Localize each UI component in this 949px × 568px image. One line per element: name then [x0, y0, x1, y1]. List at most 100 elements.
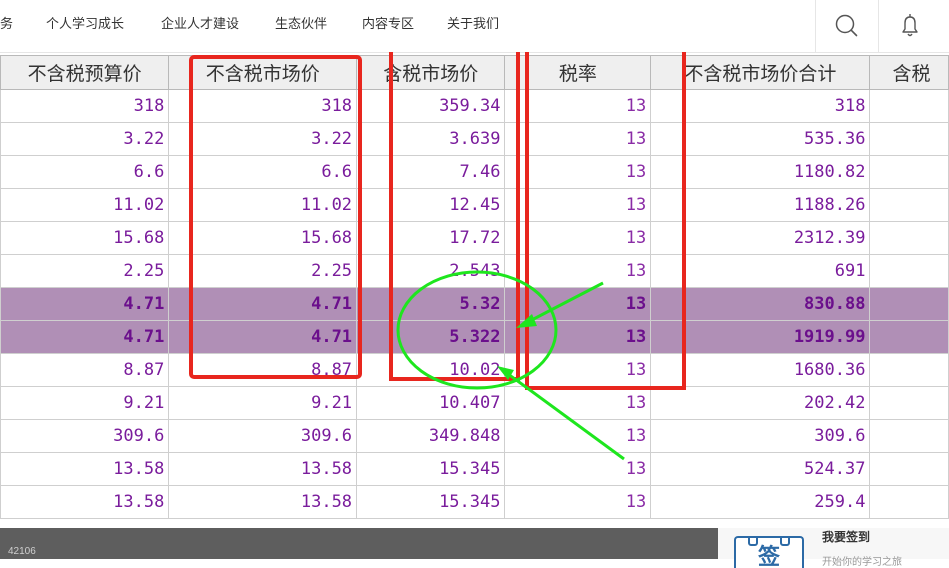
table-cell[interactable]: 318 — [168, 89, 358, 123]
table-row[interactable]: 13.58 13.58 15.345 13 259.4 — [0, 485, 949, 519]
table-cell[interactable]: 15.68 — [168, 221, 358, 255]
table-cell[interactable]: 11.02 — [168, 188, 358, 222]
table-cell[interactable]: 11.02 — [0, 188, 170, 222]
table-cell[interactable]: 309.6 — [168, 419, 358, 453]
table-cell[interactable]: 13 — [504, 485, 652, 519]
column-header[interactable]: 含税 — [869, 55, 949, 90]
table-cell[interactable]: 4.71 — [168, 320, 358, 354]
table-row[interactable]: 4.71 4.71 5.322 13 1919.99 — [0, 320, 949, 354]
table-cell[interactable] — [869, 254, 949, 288]
table-cell[interactable]: 2.25 — [168, 254, 358, 288]
table-cell[interactable]: 830.88 — [650, 287, 871, 321]
column-header[interactable]: 不含税市场价合计 — [650, 55, 871, 90]
table-cell[interactable]: 5.322 — [356, 320, 506, 354]
nav-item-services[interactable]: 服务 — [0, 0, 13, 52]
table-row[interactable]: 4.71 4.71 5.32 13 830.88 — [0, 287, 949, 321]
column-header[interactable]: 税率 — [504, 55, 652, 90]
table-row[interactable]: 318 318 359.34 13 318 — [0, 89, 949, 123]
table-cell[interactable]: 2.543 — [356, 254, 506, 288]
table-cell[interactable]: 13 — [504, 122, 652, 156]
table-row[interactable]: 6.6 6.6 7.46 13 1180.82 — [0, 155, 949, 189]
table-cell[interactable] — [869, 419, 949, 453]
table-cell[interactable]: 10.407 — [356, 386, 506, 420]
table-cell[interactable]: 13 — [504, 254, 652, 288]
table-row[interactable]: 15.68 15.68 17.72 13 2312.39 — [0, 221, 949, 255]
table-cell[interactable]: 259.4 — [650, 485, 871, 519]
table-cell[interactable]: 3.22 — [168, 122, 358, 156]
table-cell[interactable] — [869, 89, 949, 123]
table-row[interactable]: 309.6 309.6 349.848 13 309.6 — [0, 419, 949, 453]
table-cell[interactable]: 309.6 — [0, 419, 170, 453]
table-cell[interactable]: 318 — [0, 89, 170, 123]
table-cell[interactable] — [869, 287, 949, 321]
table-cell[interactable]: 2.25 — [0, 254, 170, 288]
table-cell[interactable]: 10.02 — [356, 353, 506, 387]
table-cell[interactable]: 3.22 — [0, 122, 170, 156]
table-cell[interactable]: 359.34 — [356, 89, 506, 123]
table-cell[interactable]: 13 — [504, 287, 652, 321]
table-cell[interactable]: 7.46 — [356, 155, 506, 189]
table-cell[interactable]: 1919.99 — [650, 320, 871, 354]
search-icon[interactable] — [827, 6, 867, 46]
column-header[interactable]: 含税市场价 — [356, 55, 506, 90]
table-cell[interactable]: 13 — [504, 452, 652, 486]
table-cell[interactable]: 13 — [504, 221, 652, 255]
table-cell[interactable]: 13 — [504, 353, 652, 387]
column-header[interactable]: 不含税市场价 — [168, 55, 358, 90]
spreadsheet-view[interactable]: 不含税预算价 不含税市场价 含税市场价 税率 不含税市场价合计 含税 318 31… — [0, 55, 949, 528]
table-cell[interactable]: 5.32 — [356, 287, 506, 321]
table-cell[interactable]: 6.6 — [168, 155, 358, 189]
table-row[interactable]: 11.02 11.02 12.45 13 1188.26 — [0, 188, 949, 222]
table-cell[interactable] — [869, 320, 949, 354]
table-cell[interactable]: 6.6 — [0, 155, 170, 189]
table-cell[interactable]: 13 — [504, 386, 652, 420]
table-cell[interactable]: 1680.36 — [650, 353, 871, 387]
table-cell[interactable]: 349.848 — [356, 419, 506, 453]
table-cell[interactable]: 4.71 — [0, 287, 170, 321]
table-cell[interactable]: 3.639 — [356, 122, 506, 156]
table-cell[interactable]: 8.87 — [168, 353, 358, 387]
table-cell[interactable]: 13 — [504, 89, 652, 123]
table-cell[interactable]: 13.58 — [0, 452, 170, 486]
table-row[interactable]: 3.22 3.22 3.639 13 535.36 — [0, 122, 949, 156]
table-cell[interactable]: 15.68 — [0, 221, 170, 255]
table-cell[interactable]: 13.58 — [168, 452, 358, 486]
table-cell[interactable] — [869, 353, 949, 387]
table-row[interactable]: 9.21 9.21 10.407 13 202.42 — [0, 386, 949, 420]
table-cell[interactable]: 9.21 — [168, 386, 358, 420]
column-header[interactable]: 不含税预算价 — [0, 55, 170, 90]
table-cell[interactable] — [869, 386, 949, 420]
nav-item-eco-partners[interactable]: 生态伙伴 — [275, 0, 327, 52]
table-cell[interactable]: 691 — [650, 254, 871, 288]
nav-item-personal-growth[interactable]: 个人学习成长 — [46, 0, 124, 52]
table-cell[interactable]: 12.45 — [356, 188, 506, 222]
table-cell[interactable] — [869, 221, 949, 255]
nav-item-about-us[interactable]: 关于我们 — [447, 0, 499, 52]
table-cell[interactable]: 13.58 — [168, 485, 358, 519]
table-cell[interactable]: 15.345 — [356, 452, 506, 486]
table-cell[interactable]: 1188.26 — [650, 188, 871, 222]
table-cell[interactable]: 13 — [504, 155, 652, 189]
table-row[interactable]: 8.87 8.87 10.02 13 1680.36 — [0, 353, 949, 387]
signin-card[interactable]: 签 我要签到 开始你的学习之旅 — [718, 528, 949, 568]
table-cell[interactable]: 524.37 — [650, 452, 871, 486]
table-row[interactable]: 2.25 2.25 2.543 13 691 — [0, 254, 949, 288]
table-cell[interactable]: 309.6 — [650, 419, 871, 453]
table-cell[interactable]: 4.71 — [168, 287, 358, 321]
calendar-icon[interactable]: 签 — [734, 536, 804, 568]
table-cell[interactable]: 13.58 — [0, 485, 170, 519]
table-cell[interactable]: 13 — [504, 419, 652, 453]
bell-icon[interactable] — [890, 6, 930, 46]
table-cell[interactable] — [869, 485, 949, 519]
table-cell[interactable] — [869, 188, 949, 222]
table-cell[interactable]: 4.71 — [0, 320, 170, 354]
table-cell[interactable]: 202.42 — [650, 386, 871, 420]
table-cell[interactable]: 1180.82 — [650, 155, 871, 189]
nav-item-content-zone[interactable]: 内容专区 — [362, 0, 414, 52]
table-row[interactable]: 13.58 13.58 15.345 13 524.37 — [0, 452, 949, 486]
table-cell[interactable]: 9.21 — [0, 386, 170, 420]
table-cell[interactable]: 17.72 — [356, 221, 506, 255]
table-cell[interactable]: 318 — [650, 89, 871, 123]
table-cell[interactable]: 2312.39 — [650, 221, 871, 255]
table-cell[interactable]: 13 — [504, 320, 652, 354]
